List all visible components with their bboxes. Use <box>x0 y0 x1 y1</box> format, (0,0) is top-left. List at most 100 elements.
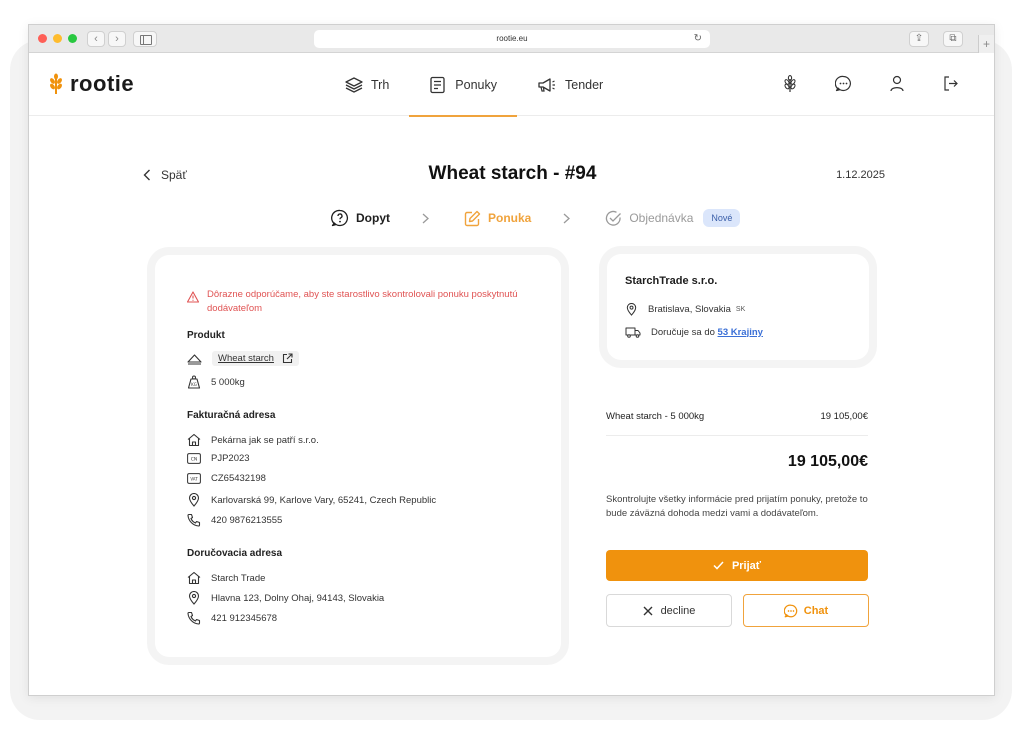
seller-name[interactable]: StarchTrade s.r.o. <box>625 275 717 287</box>
billing-section-title: Fakturačná adresa <box>187 410 276 421</box>
billing-address-row: Karlovarská 99, Karlove Vary, 65241, Cze… <box>187 493 436 507</box>
summary-line-item: Wheat starch - 5 000kg 19 105,00€ <box>606 411 868 422</box>
billing-company-row: Pekárna jak se patří s.r.o. <box>187 433 319 447</box>
browser-back-button[interactable]: ‹ <box>87 31 105 47</box>
logo-text: rootie <box>70 71 135 96</box>
phone-icon <box>187 611 201 625</box>
divider <box>606 435 868 436</box>
svg-text:VAT: VAT <box>190 477 198 482</box>
billing-phone: 420 9876213555 <box>211 514 283 526</box>
phone-icon <box>187 513 201 527</box>
decline-button[interactable]: decline <box>606 594 732 627</box>
header-actions <box>782 75 959 93</box>
nav-item-label: Tender <box>565 77 604 92</box>
megaphone-icon <box>538 77 555 92</box>
logout-button[interactable] <box>942 75 959 93</box>
browser-forward-button[interactable]: › <box>108 31 126 47</box>
nav-item-label: Trh <box>371 77 390 92</box>
product-pile-icon <box>187 353 202 365</box>
chevron-right-icon: › <box>115 33 119 45</box>
step-label: Dopyt <box>356 211 390 225</box>
nav-item-trh[interactable]: Trh <box>325 53 409 116</box>
step-dopyt[interactable]: Dopyt <box>331 209 390 227</box>
layers-icon <box>345 76 363 93</box>
main-nav: Trh Ponuky Tender <box>325 53 623 117</box>
address-bar-url: rootie.eu <box>496 34 528 43</box>
external-link-icon <box>282 353 293 364</box>
product-name: Wheat starch <box>218 353 274 364</box>
billing-cn: PJP2023 <box>211 453 250 464</box>
line-item-amount: 19 105,00€ <box>820 411 868 422</box>
accept-button[interactable]: Prijať <box>606 550 868 581</box>
chevron-right-icon <box>422 213 432 224</box>
step-ponuka[interactable]: Ponuka <box>464 210 531 227</box>
question-bubble-icon <box>331 209 348 227</box>
minimize-window-button[interactable] <box>53 34 62 43</box>
quantity-value: 5 000kg <box>211 376 245 388</box>
nav-item-ponuky[interactable]: Ponuky <box>409 53 517 117</box>
tab-overview-button[interactable]: ⧉ <box>943 31 963 47</box>
messages-button[interactable] <box>835 75 852 93</box>
step-objednavka[interactable]: Objednávka <box>605 210 693 227</box>
warning-text: Dôrazne odporúčame, aby ste starostlivo … <box>207 289 518 314</box>
chevron-left-icon: ‹ <box>94 33 98 45</box>
billing-phone-row: 420 9876213555 <box>187 513 282 527</box>
delivery-name: Starch Trade <box>211 572 266 584</box>
weight-kg-icon: KG <box>187 375 201 389</box>
wheat-icon-button[interactable] <box>782 75 798 93</box>
zoom-window-button[interactable] <box>68 34 77 43</box>
edit-icon <box>464 210 481 226</box>
tabs-icon: ⧉ <box>949 33 957 44</box>
vat-tag-icon: VAT <box>187 473 201 484</box>
wheat-logo-icon <box>50 73 62 94</box>
progress-steps: Dopyt Ponuka Objednávka Nové <box>331 209 741 227</box>
billing-vat: CZ65432198 <box>211 473 266 484</box>
user-icon <box>890 75 904 92</box>
browser-window: ‹ › rootie.eu ↻ ⇪ ⧉ + rootie Trh Ponuky … <box>28 24 995 696</box>
svg-text:KG: KG <box>191 382 197 387</box>
decline-label: decline <box>660 604 696 617</box>
nav-item-label: Ponuky <box>455 77 497 92</box>
product-row: Wheat starch <box>187 351 299 366</box>
delivery-section-title: Doručovacia adresa <box>187 548 283 559</box>
line-item-label: Wheat starch - 5 000kg <box>606 411 705 422</box>
truck-icon <box>625 327 641 338</box>
delivers-prefix: Doručuje sa do <box>651 326 715 338</box>
reload-icon[interactable]: ↻ <box>694 30 702 48</box>
delivery-countries-link[interactable]: 53 Krajiny <box>718 327 763 338</box>
delivery-phone: 421 912345678 <box>211 612 278 624</box>
home-icon <box>187 433 201 447</box>
billing-company: Pekárna jak se patří s.r.o. <box>211 434 319 446</box>
new-tab-button[interactable]: + <box>978 35 994 53</box>
logo[interactable]: rootie <box>47 71 134 97</box>
status-badge: Nové <box>703 209 741 227</box>
delivery-phone-row: 421 912345678 <box>187 611 277 625</box>
chat-label: Chat <box>803 604 829 617</box>
binding-notice: Skontrolujte všetky informácie pred prij… <box>606 494 868 519</box>
seller-location-row: Bratislava, Slovakia SK <box>625 303 745 316</box>
home-icon <box>187 571 201 585</box>
share-button[interactable]: ⇪ <box>909 31 929 47</box>
seller-location: Bratislava, Slovakia <box>648 304 731 315</box>
product-link[interactable]: Wheat starch <box>212 351 299 366</box>
chat-bubble-icon <box>835 75 851 92</box>
chat-bubble-icon <box>783 604 797 617</box>
address-bar[interactable]: rootie.eu ↻ <box>314 30 710 48</box>
app-header: rootie Trh Ponuky Tender <box>29 53 994 117</box>
cn-tag-icon: CN <box>187 453 201 464</box>
step-label: Ponuka <box>488 211 532 225</box>
billing-cn-row: CN PJP2023 <box>187 453 250 464</box>
sidebar-toggle-button[interactable] <box>133 31 157 47</box>
nav-item-tender[interactable]: Tender <box>517 53 623 116</box>
quantity-row: KG 5 000kg <box>187 375 245 389</box>
delivery-name-row: Starch Trade <box>187 571 265 585</box>
wheat-icon <box>784 75 796 92</box>
close-window-button[interactable] <box>38 34 47 43</box>
chat-button[interactable]: Chat <box>743 594 869 627</box>
delivery-address-row: Hlavna 123, Dolny Ohaj, 94143, Slovakia <box>187 591 384 605</box>
page-date: 1.12.2025 <box>836 169 885 181</box>
total-amount: 19 105,00€ <box>787 453 868 470</box>
country-code: SK <box>735 306 746 313</box>
step-label: Objednávka <box>629 211 694 225</box>
profile-button[interactable] <box>889 75 905 93</box>
